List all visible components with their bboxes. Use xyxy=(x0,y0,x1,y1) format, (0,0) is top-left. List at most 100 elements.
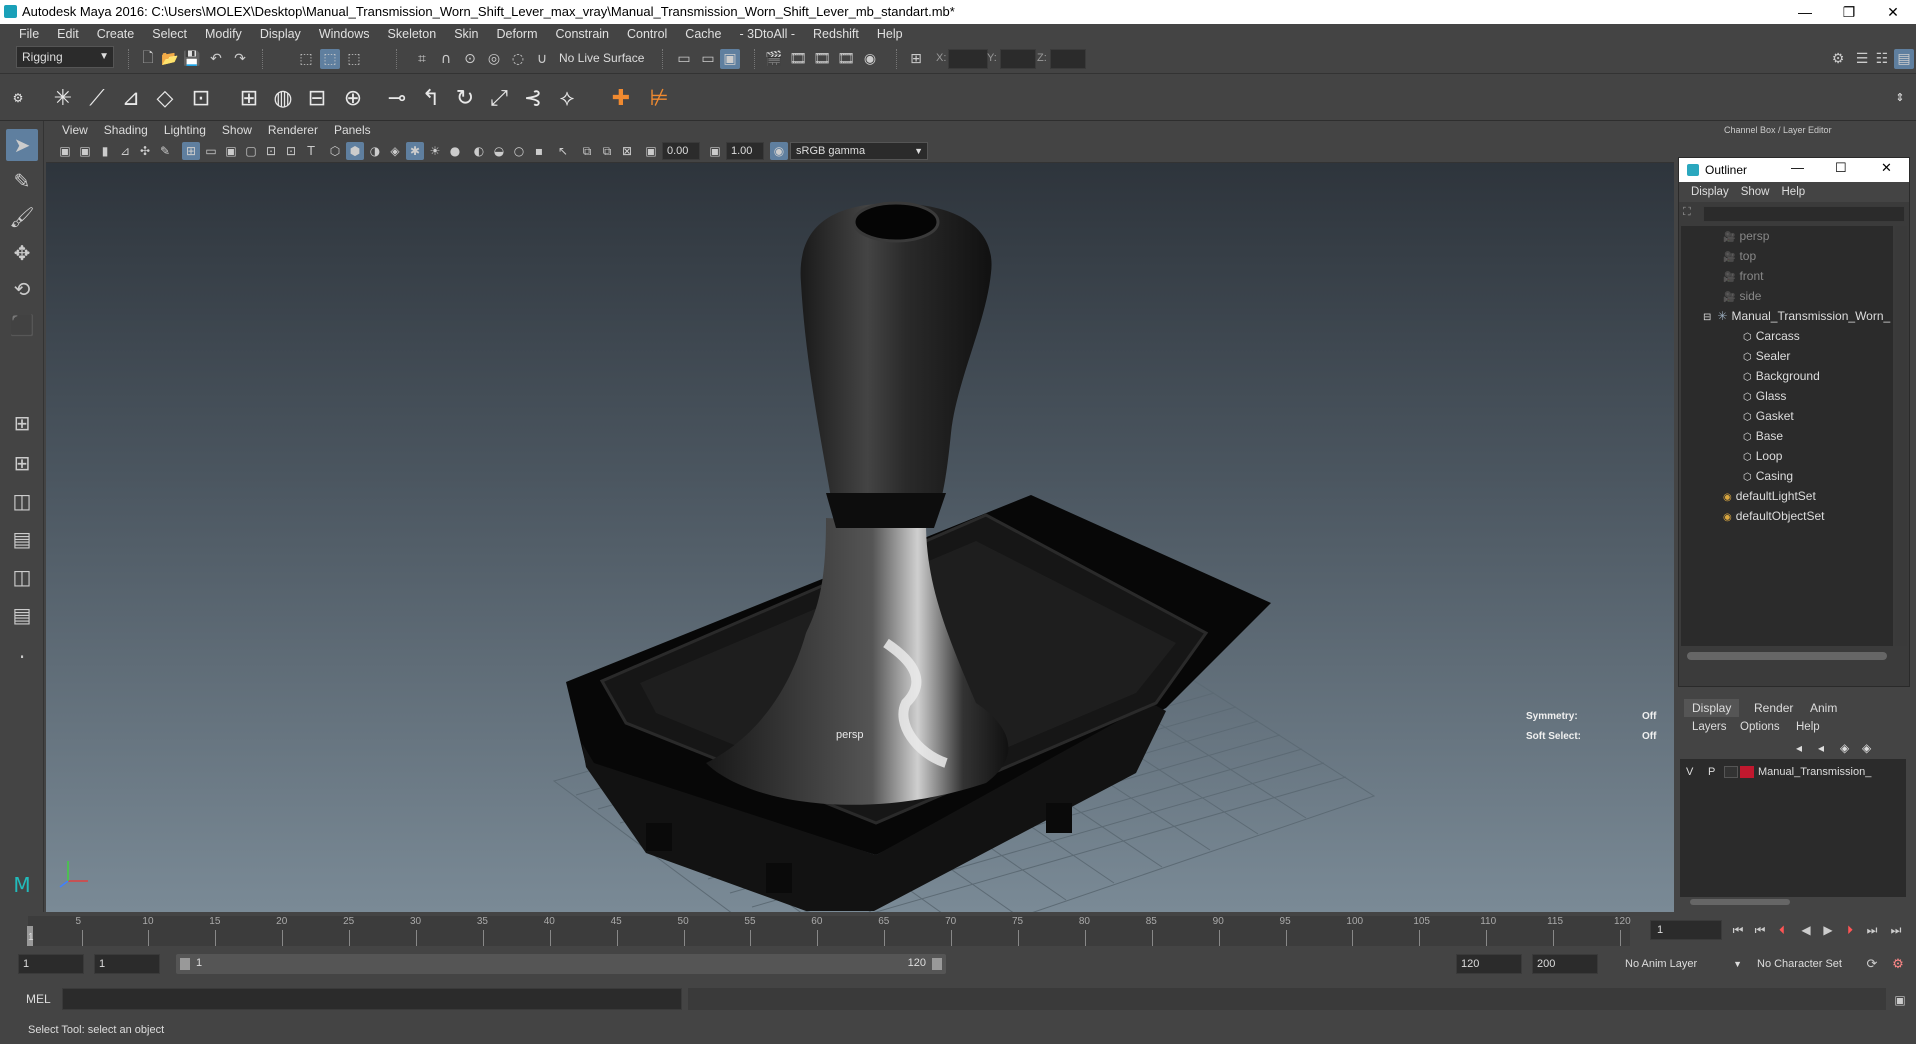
anim-end-field[interactable]: 200 xyxy=(1532,954,1598,974)
go-to-end-icon[interactable]: ⏭ xyxy=(1886,920,1906,940)
four-view-icon[interactable]: ⊞ xyxy=(6,447,38,479)
script-editor-icon[interactable]: ▣ xyxy=(1890,990,1910,1010)
paint-select-icon[interactable]: 🖌 xyxy=(6,201,38,233)
outliner-search-input[interactable] xyxy=(1703,206,1905,222)
close-icon[interactable]: ✕ xyxy=(1881,160,1892,176)
cluster-icon[interactable]: ⊡ xyxy=(184,81,218,115)
image-plane-icon[interactable]: ⊿ xyxy=(116,142,134,160)
menu-display[interactable]: Display xyxy=(251,27,310,41)
gamma-field[interactable]: 1.00 xyxy=(726,142,764,160)
menu-create[interactable]: Create xyxy=(88,27,144,41)
lattice-icon[interactable]: ⊟ xyxy=(300,81,334,115)
step-forward-key-icon[interactable]: ⏭ xyxy=(1862,920,1882,940)
ao-icon[interactable]: ● xyxy=(446,142,464,160)
grid-toggle-icon[interactable]: ⊞ xyxy=(182,142,200,160)
more-layouts-icon[interactable]: · xyxy=(6,641,38,673)
time-slider[interactable]: 5 10 15 20 25 30 35 40 45 50 55 60 65 70 75 80 85 90 95 100… xyxy=(0,912,1916,948)
wireframe-icon[interactable]: ⬡ xyxy=(326,142,344,160)
vp-menu-shading[interactable]: Shading xyxy=(96,123,156,137)
outliner-item-gasket[interactable]: ⬡ Gasket xyxy=(1681,406,1794,426)
ipr-render-icon[interactable]: 🎞 xyxy=(812,49,832,69)
view-transform-dropdown[interactable]: sRGB gamma ▼ xyxy=(790,142,928,160)
attribute-editor-icon[interactable]: ☰ xyxy=(1852,49,1872,69)
color-management-icon[interactable]: ◉ xyxy=(770,142,788,160)
layer-playback-toggle[interactable]: P xyxy=(1708,763,1715,781)
camera-attributes-icon[interactable]: ▣ xyxy=(76,142,94,160)
open-scene-icon[interactable]: 📂 xyxy=(160,49,180,69)
ik-spline-icon[interactable]: ⊿ xyxy=(114,81,148,115)
x-field[interactable] xyxy=(948,49,988,69)
gamma-icon[interactable]: ▣ xyxy=(706,142,724,160)
vp-menu-show[interactable]: Show xyxy=(214,123,260,137)
minimize-icon[interactable]: — xyxy=(1791,160,1804,175)
minimize-button[interactable]: — xyxy=(1782,0,1828,24)
play-backwards-icon[interactable]: ◀ xyxy=(1796,920,1816,940)
collapse-icon[interactable]: ⊟ xyxy=(1703,312,1711,323)
layer-tab-anim[interactable]: Anim xyxy=(1810,701,1837,715)
shelf-menu-icon[interactable]: ⚙ xyxy=(8,81,28,115)
step-forward-frame-icon[interactable]: ⏵ xyxy=(1840,920,1860,940)
menu-set-dropdown[interactable]: Rigging ▼ xyxy=(16,46,114,68)
command-input[interactable] xyxy=(62,988,682,1010)
remove-influence-icon[interactable]: ⊭ xyxy=(642,81,676,115)
construction-history-icon[interactable]: ▣ xyxy=(720,49,740,69)
layer-name[interactable]: Manual_Transmission_ xyxy=(1758,763,1871,781)
outliner-menu-show[interactable]: Show xyxy=(1735,186,1776,198)
wrap-icon[interactable]: ⊕ xyxy=(336,81,370,115)
backface-icon[interactable]: ⊠ xyxy=(618,142,636,160)
menu-windows[interactable]: Windows xyxy=(310,27,379,41)
use-all-lights-icon[interactable]: ✱ xyxy=(406,142,424,160)
film-gate-icon[interactable]: ▭ xyxy=(202,142,220,160)
playback-end-field[interactable]: 120 xyxy=(1456,954,1522,974)
transform-mode-icon[interactable]: ⊞ xyxy=(906,49,926,69)
layer-hscrollbar[interactable] xyxy=(1690,899,1790,905)
range-start-handle[interactable] xyxy=(180,958,190,970)
resolution-gate-icon[interactable]: ▣ xyxy=(222,142,240,160)
outliner-item-background[interactable]: ⬡ Background xyxy=(1681,366,1820,386)
menu-control[interactable]: Control xyxy=(618,27,676,41)
locator-icon[interactable]: ◇ xyxy=(148,81,182,115)
isolate-select-icon[interactable]: ▪ xyxy=(530,142,548,160)
restore-button[interactable]: ❐ xyxy=(1826,0,1872,24)
y-field[interactable] xyxy=(1000,49,1036,69)
shelf-scroll-icon[interactable]: ⇕ xyxy=(1890,77,1910,117)
vp-menu-view[interactable]: View xyxy=(54,123,96,137)
2d-pan-icon[interactable]: ✣ xyxy=(136,142,154,160)
menu-edit[interactable]: Edit xyxy=(48,27,88,41)
point-constraint-icon[interactable]: ↰ xyxy=(414,81,448,115)
anti-alias-icon[interactable]: ◒ xyxy=(490,142,508,160)
smooth-shade-icon[interactable]: ⬢ xyxy=(346,142,364,160)
bind-skin-icon[interactable]: ⊞ xyxy=(232,81,266,115)
layout-option-icon[interactable]: ▤ xyxy=(6,599,38,631)
tool-settings-icon[interactable]: ☷ xyxy=(1872,49,1892,69)
magnet-icon[interactable]: ∪ xyxy=(532,49,552,69)
outliner-item-glass[interactable]: ⬡ Glass xyxy=(1681,386,1786,406)
select-tool-icon[interactable]: ➤ xyxy=(6,129,38,161)
menu-deform[interactable]: Deform xyxy=(488,27,547,41)
select-object-icon[interactable]: ⬚ xyxy=(320,49,340,69)
menu-skeleton[interactable]: Skeleton xyxy=(379,27,446,41)
close-button[interactable]: ✕ xyxy=(1870,0,1916,24)
smooth-bind-icon[interactable]: ◍ xyxy=(266,81,300,115)
live-surface-field[interactable]: No Live Surface xyxy=(554,48,650,70)
layer-tab-display[interactable]: Display xyxy=(1684,699,1740,717)
outliner-item-persp[interactable]: 🎥 persp xyxy=(1681,226,1769,246)
gate-mask-icon[interactable]: ▢ xyxy=(242,142,260,160)
outliner-menu-display[interactable]: Display xyxy=(1685,186,1735,198)
lasso-tool-icon[interactable]: ✎ xyxy=(6,165,38,197)
orient-constraint-icon[interactable]: ↻ xyxy=(448,81,482,115)
safe-title-icon[interactable]: T xyxy=(302,142,320,160)
layer-type-toggle[interactable] xyxy=(1724,766,1738,778)
ik-handle-icon[interactable]: ⟋ xyxy=(80,81,114,115)
redo-icon[interactable]: ↷ xyxy=(230,49,250,69)
layer-tab-render[interactable]: Render xyxy=(1754,701,1793,715)
z-field[interactable] xyxy=(1050,49,1086,69)
motion-blur-icon[interactable]: ◐ xyxy=(470,142,488,160)
outliner-item-carcass[interactable]: ⬡ Carcass xyxy=(1681,326,1800,346)
step-back-frame-icon[interactable]: ⏴ xyxy=(1772,920,1792,940)
range-end-handle[interactable] xyxy=(932,958,942,970)
snap-curve-icon[interactable]: ∩ xyxy=(436,49,456,69)
outliner-item-top[interactable]: 🎥 top xyxy=(1681,246,1756,266)
play-forwards-icon[interactable]: ▶ xyxy=(1818,920,1838,940)
vp-menu-lighting[interactable]: Lighting xyxy=(156,123,214,137)
